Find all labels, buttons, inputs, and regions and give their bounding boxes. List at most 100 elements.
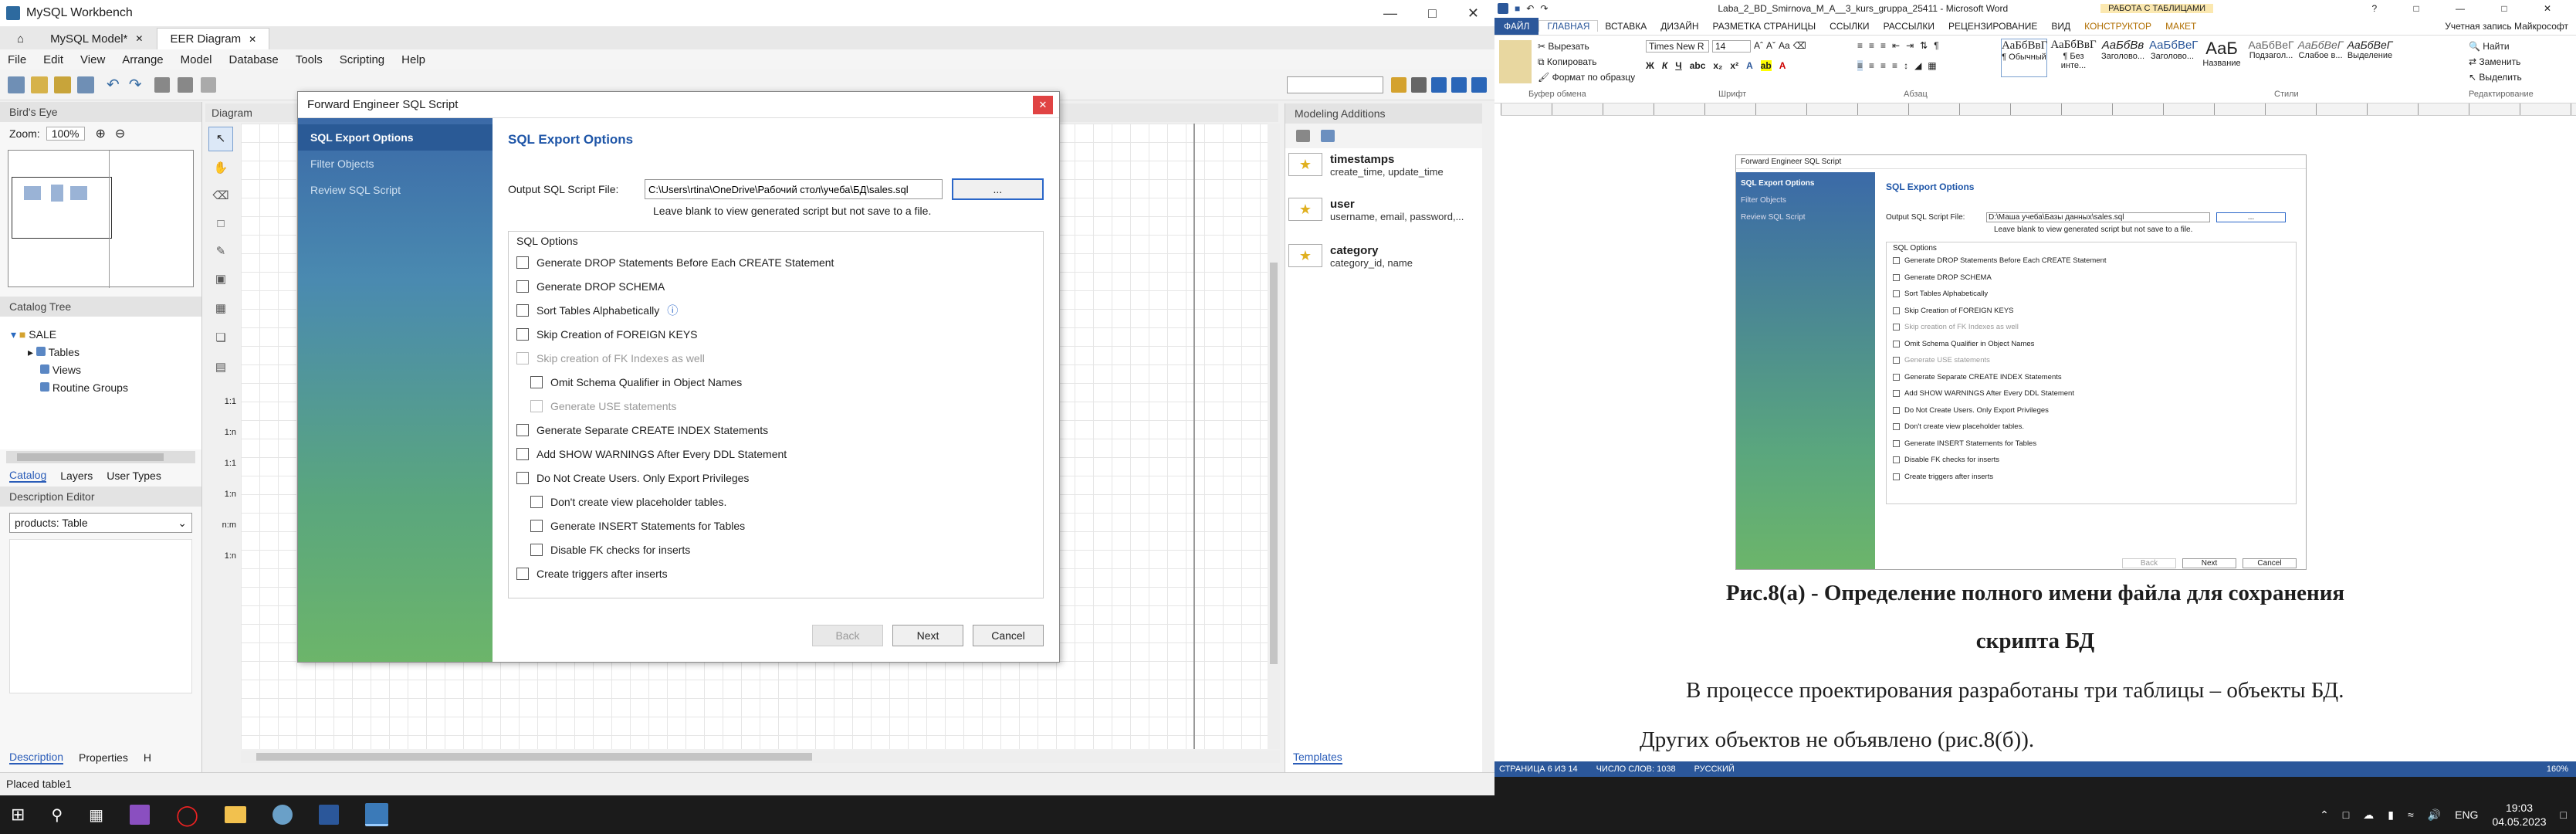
ribbon-tab-home[interactable]: ГЛАВНАЯ	[1538, 20, 1599, 32]
panel-toggle-icon[interactable]	[1451, 76, 1467, 93]
format-painter-button[interactable]: 🖌 Формат по образцу	[1538, 70, 1635, 85]
search-icon[interactable]	[1391, 76, 1406, 93]
align-icon[interactable]	[177, 76, 193, 93]
clock[interactable]: 19:03 04.05.2023	[2492, 801, 2546, 829]
menu-database[interactable]: Database	[229, 53, 279, 66]
undo-icon[interactable]: ↶	[1526, 3, 1534, 14]
ribbon-tab-references[interactable]: ССЫЛКИ	[1823, 21, 1876, 32]
line-spacing-icon[interactable]: ↕	[1904, 60, 1908, 71]
tree-item-views[interactable]: Views	[11, 361, 191, 379]
toolbar-search-input[interactable]	[1287, 76, 1383, 93]
subscript-icon[interactable]: x₂	[1713, 60, 1722, 71]
search-icon[interactable]: ⚲	[51, 805, 63, 825]
shading-icon[interactable]: ◢	[1914, 60, 1921, 71]
task-view-icon[interactable]: ▦	[89, 805, 103, 825]
font-size-select[interactable]: 14	[1712, 40, 1751, 53]
tab-description[interactable]: Description	[9, 751, 64, 764]
sql-option-row[interactable]: Omit Schema Qualifier in Object Names	[516, 370, 1035, 394]
option-checkbox[interactable]	[530, 543, 543, 556]
italic-icon[interactable]: К	[1662, 60, 1667, 71]
ribbon-tab-layout[interactable]: РАЗМЕТКА СТРАНИЦЫ	[1706, 21, 1823, 32]
birds-eye-view[interactable]	[8, 150, 194, 288]
text-effects-icon[interactable]: A	[1746, 60, 1753, 71]
select-tool-icon[interactable]: ↖	[208, 127, 233, 151]
tree-item-routines[interactable]: Routine Groups	[11, 379, 191, 397]
volume-icon[interactable]: 🔊	[2428, 809, 2441, 822]
word-icon[interactable]	[319, 805, 340, 825]
cancel-button[interactable]: Cancel	[973, 625, 1044, 646]
option-checkbox[interactable]	[516, 303, 529, 317]
option-checkbox[interactable]	[516, 447, 529, 460]
select-button[interactable]: ↖ Выделить	[2469, 70, 2522, 85]
zoom-level[interactable]: 160%	[2547, 764, 2568, 774]
menu-model[interactable]: Model	[181, 53, 212, 66]
tab-catalog[interactable]: Catalog	[9, 469, 47, 483]
template-timestamps[interactable]: ★ timestamps create_time, update_time	[1285, 148, 1482, 193]
tab-layers[interactable]: Layers	[60, 470, 93, 482]
mysql-shell-icon[interactable]	[272, 805, 293, 825]
ribbon-tab-file[interactable]: ФАЙЛ	[1494, 17, 1539, 35]
superscript-icon[interactable]: x²	[1730, 60, 1738, 71]
page-icon[interactable]	[200, 76, 216, 93]
font-shrink-icon[interactable]: Aˇ	[1766, 40, 1775, 53]
sql-option-row[interactable]: Generate DROP SCHEMA	[516, 274, 1035, 298]
visual-studio-icon[interactable]	[130, 805, 150, 825]
copy-button[interactable]: ⧉ Копировать	[1538, 54, 1635, 70]
sort-icon[interactable]: ⇅	[1920, 40, 1928, 51]
template-user[interactable]: ★ user username, email, password,...	[1285, 193, 1482, 239]
layer-tool-icon[interactable]: □	[205, 210, 236, 238]
sql-option-row[interactable]: Disable FK checks for inserts	[516, 537, 1035, 561]
increase-indent-icon[interactable]: ⇥	[1906, 40, 1914, 51]
tab-user-types[interactable]: User Types	[107, 470, 161, 482]
rel-1-n-icon[interactable]: 1:n	[205, 414, 236, 445]
horizontal-scrollbar[interactable]	[6, 451, 195, 463]
option-checkbox[interactable]	[530, 519, 543, 532]
justify-icon[interactable]: ≡	[1892, 60, 1897, 71]
cut-button[interactable]: ✂ Вырезать	[1538, 39, 1635, 54]
align-right-icon[interactable]: ≡	[1880, 60, 1886, 71]
tab-properties[interactable]: Properties	[79, 751, 128, 764]
style-subtitle[interactable]: АаБбВеГ Подзагол...	[2248, 39, 2294, 77]
rel-1-1-icon[interactable]: 1:1	[205, 383, 236, 414]
tree-schema-sale[interactable]: ▾ ■ SALE	[11, 326, 191, 344]
option-checkbox[interactable]	[516, 280, 529, 293]
menu-scripting[interactable]: Scripting	[340, 53, 384, 66]
step-filter-objects[interactable]: Filter Objects	[298, 151, 493, 177]
sql-option-row[interactable]: Generate DROP Statements Before Each CRE…	[516, 250, 1035, 274]
menu-arrange[interactable]: Arrange	[122, 53, 163, 66]
clear-format-icon[interactable]: ⌫	[1793, 40, 1806, 53]
canvas-vertical-scrollbar[interactable]	[1268, 124, 1280, 749]
hand-tool-icon[interactable]: ✋	[205, 154, 236, 182]
save-icon[interactable]	[54, 76, 71, 93]
font-color-icon[interactable]: A	[1779, 60, 1786, 71]
zoom-select[interactable]: 100%	[46, 127, 85, 141]
sql-option-row[interactable]: Don't create view placeholder tables.	[516, 490, 1035, 514]
rel-1-1-nonid-icon[interactable]: 1:1	[205, 445, 236, 476]
style-emphasis[interactable]: АаБбВеГ Выделение	[2347, 39, 2393, 77]
multilevel-icon[interactable]: ≡	[1880, 40, 1886, 51]
zoom-out-icon[interactable]: ⊖	[115, 126, 125, 141]
step-sql-export-options[interactable]: SQL Export Options	[298, 124, 493, 151]
sidebar-toggle-icon[interactable]	[1431, 76, 1447, 93]
start-icon[interactable]: ⊞	[11, 805, 25, 825]
undo-icon[interactable]: ↶	[107, 75, 120, 94]
back-button[interactable]: Back	[812, 625, 883, 646]
rel-1-n-existing-icon[interactable]: 1:n	[205, 537, 236, 568]
strikethrough-icon[interactable]: abc	[1690, 60, 1706, 71]
style-normal[interactable]: АаБбВвГ ¶ Обычный	[2001, 39, 2047, 77]
wifi-icon[interactable]: ≈	[2408, 809, 2414, 821]
image-tool-icon[interactable]: ▣	[205, 266, 236, 293]
templates-list-icon[interactable]	[1296, 130, 1310, 142]
file-explorer-icon[interactable]	[225, 806, 247, 823]
style-no-spacing[interactable]: АаБбВвГ ¶ Без инте...	[2050, 39, 2097, 77]
rel-1-n-nonid-icon[interactable]: 1:n	[205, 476, 236, 507]
borders-icon[interactable]: ▦	[1928, 60, 1936, 71]
ribbon-tab-table-layout[interactable]: МАКЕТ	[2158, 21, 2203, 32]
storage-icon[interactable]: □	[2343, 809, 2349, 821]
open-file-icon[interactable]	[31, 76, 48, 93]
option-checkbox[interactable]	[516, 567, 529, 580]
save-icon[interactable]: ■	[1515, 3, 1520, 14]
menu-help[interactable]: Help	[401, 53, 425, 66]
template-category[interactable]: ★ category category_id, name	[1285, 239, 1482, 286]
sql-option-row[interactable]: Skip Creation of FOREIGN KEYS	[516, 322, 1035, 346]
